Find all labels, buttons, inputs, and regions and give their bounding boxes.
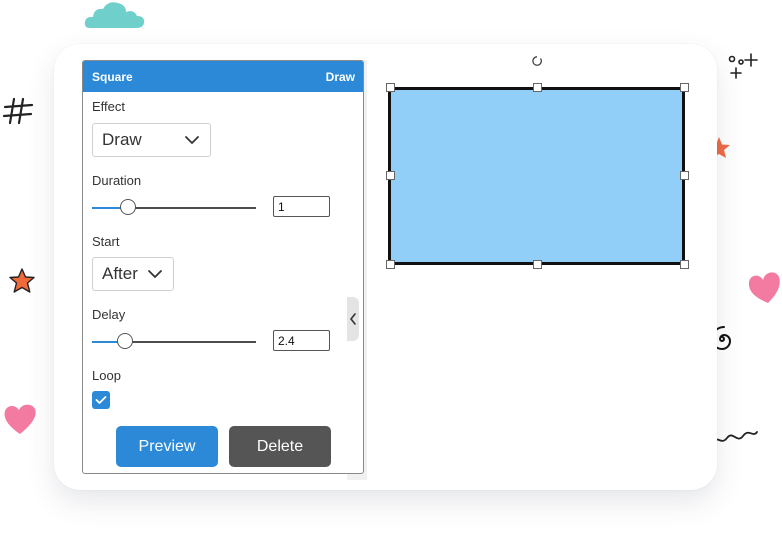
- chevron-down-icon: [148, 270, 162, 278]
- delete-button[interactable]: Delete: [229, 426, 331, 467]
- resize-handle-bottom-right[interactable]: [680, 260, 689, 269]
- delay-slider[interactable]: [92, 333, 256, 349]
- resize-handle-top[interactable]: [533, 83, 542, 92]
- heart-icon: [4, 404, 36, 434]
- duration-slider-thumb[interactable]: [120, 199, 136, 215]
- heart-icon: [748, 272, 780, 303]
- loop-label: Loop: [92, 368, 121, 383]
- resize-handle-left[interactable]: [386, 171, 395, 180]
- start-label: Start: [92, 234, 120, 249]
- resize-handle-top-left[interactable]: [386, 83, 395, 92]
- panel-header: Square Draw: [83, 61, 363, 92]
- delay-label: Delay: [92, 307, 126, 322]
- resize-handle-top-right[interactable]: [680, 83, 689, 92]
- check-icon: [95, 396, 107, 404]
- panel-title: Square: [92, 69, 133, 84]
- start-select-value: After: [102, 264, 138, 283]
- star-icon: [9, 268, 35, 293]
- cloud-icon: [84, 2, 145, 28]
- resize-handle-bottom[interactable]: [533, 260, 542, 269]
- resize-handle-bottom-left[interactable]: [386, 260, 395, 269]
- chevron-down-icon: [185, 136, 199, 144]
- rectangle-shape[interactable]: [388, 87, 685, 265]
- delay-input[interactable]: [273, 330, 330, 351]
- duration-slider[interactable]: [92, 199, 256, 215]
- loop-checkbox[interactable]: [92, 391, 110, 409]
- animation-panel: Square Draw Effect Draw Duration Start A…: [82, 60, 364, 474]
- duration-label: Duration: [92, 173, 142, 188]
- hashtag-icon: [2, 97, 34, 125]
- panel-effect-tag: Draw: [325, 69, 355, 84]
- start-select[interactable]: After: [92, 257, 174, 291]
- delay-slider-thumb[interactable]: [117, 333, 133, 349]
- effect-select[interactable]: Draw: [92, 123, 211, 157]
- preview-button[interactable]: Preview: [116, 426, 218, 467]
- chevron-left-icon: [350, 313, 356, 325]
- sparkle-icon: [728, 53, 758, 79]
- effect-label: Effect: [92, 99, 126, 114]
- duration-input[interactable]: [273, 196, 330, 217]
- effect-select-value: Draw: [102, 130, 142, 149]
- resize-handle-right[interactable]: [680, 171, 689, 180]
- collapse-panel-button[interactable]: [347, 297, 359, 341]
- rotate-handle-icon[interactable]: [531, 55, 543, 67]
